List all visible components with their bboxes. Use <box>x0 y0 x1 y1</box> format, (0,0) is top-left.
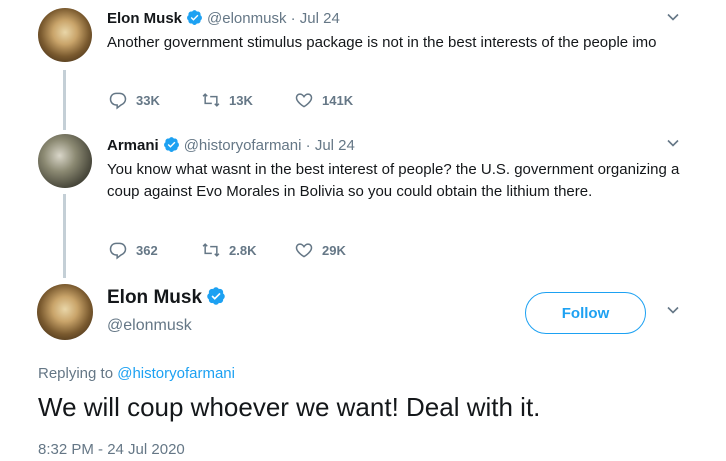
thread-connector <box>63 70 66 130</box>
tweet-timestamp[interactable]: 8:32 PM - 24 Jul 2020 <box>38 441 185 458</box>
verified-badge-icon <box>186 9 203 30</box>
retweet-button[interactable]: 2.8K <box>201 240 294 260</box>
chevron-down-icon[interactable] <box>666 136 680 155</box>
retweet-count: 13K <box>229 92 253 108</box>
thread-connector <box>63 194 66 278</box>
author-handle[interactable]: @historyofarmani <box>184 137 302 154</box>
separator-dot: · <box>305 137 311 154</box>
replying-prefix: Replying to <box>38 365 114 382</box>
heart-icon <box>295 243 313 258</box>
retweet-count: 2.8K <box>229 242 257 258</box>
like-button[interactable]: 29K <box>294 240 387 260</box>
tweet-actions: 33K 13K 141K <box>108 90 387 110</box>
tweet-date[interactable]: Jul 24 <box>315 137 355 154</box>
replying-to-link[interactable]: @historyofarmani <box>117 365 235 382</box>
author-name-label[interactable]: Elon Musk <box>107 287 202 308</box>
tweet-date[interactable]: Jul 24 <box>300 10 340 27</box>
reply-button[interactable]: 33K <box>108 90 201 110</box>
verified-badge-icon <box>163 136 180 157</box>
author-name[interactable]: Armani <box>107 137 159 154</box>
replying-to: Replying to @historyofarmani <box>38 365 235 382</box>
tweet-thread: Elon Musk @elonmusk · Jul 24 Another gove… <box>0 0 726 461</box>
tweet-actions: 362 2.8K 29K <box>108 240 387 260</box>
avatar[interactable] <box>38 8 92 62</box>
author-handle[interactable]: @elonmusk <box>207 10 286 27</box>
tweet-header: Armani @historyofarmani · Jul 24 <box>107 136 355 157</box>
reply-icon <box>109 242 127 260</box>
retweet-button[interactable]: 13K <box>201 90 294 110</box>
reply-count: 362 <box>136 242 158 258</box>
tweet-text: Another government stimulus package is n… <box>107 34 657 51</box>
reply-icon <box>109 92 127 110</box>
reply-count: 33K <box>136 92 160 108</box>
avatar[interactable] <box>37 284 93 340</box>
reply-button[interactable]: 362 <box>108 240 201 260</box>
follow-button[interactable]: Follow <box>525 292 646 334</box>
author-name[interactable]: Elon Musk <box>107 10 182 27</box>
like-count: 141K <box>322 92 354 108</box>
chevron-down-icon[interactable] <box>666 10 680 29</box>
chevron-down-icon[interactable] <box>666 303 680 322</box>
author-handle[interactable]: @elonmusk <box>107 317 192 335</box>
avatar[interactable] <box>38 134 92 188</box>
separator-dot: · <box>290 10 296 27</box>
verified-badge-icon <box>206 286 226 312</box>
retweet-icon <box>202 93 220 107</box>
heart-icon <box>295 93 313 108</box>
retweet-icon <box>202 243 220 257</box>
main-tweet-text: We will coup whoever we want! Deal with … <box>38 392 541 422</box>
like-count: 29K <box>322 242 346 258</box>
author-name: Elon Musk <box>107 286 230 312</box>
tweet-text: You know what wasnt in the best interest… <box>107 161 680 200</box>
tweet-header: Elon Musk @elonmusk · Jul 24 <box>107 9 340 30</box>
like-button[interactable]: 141K <box>294 90 387 110</box>
